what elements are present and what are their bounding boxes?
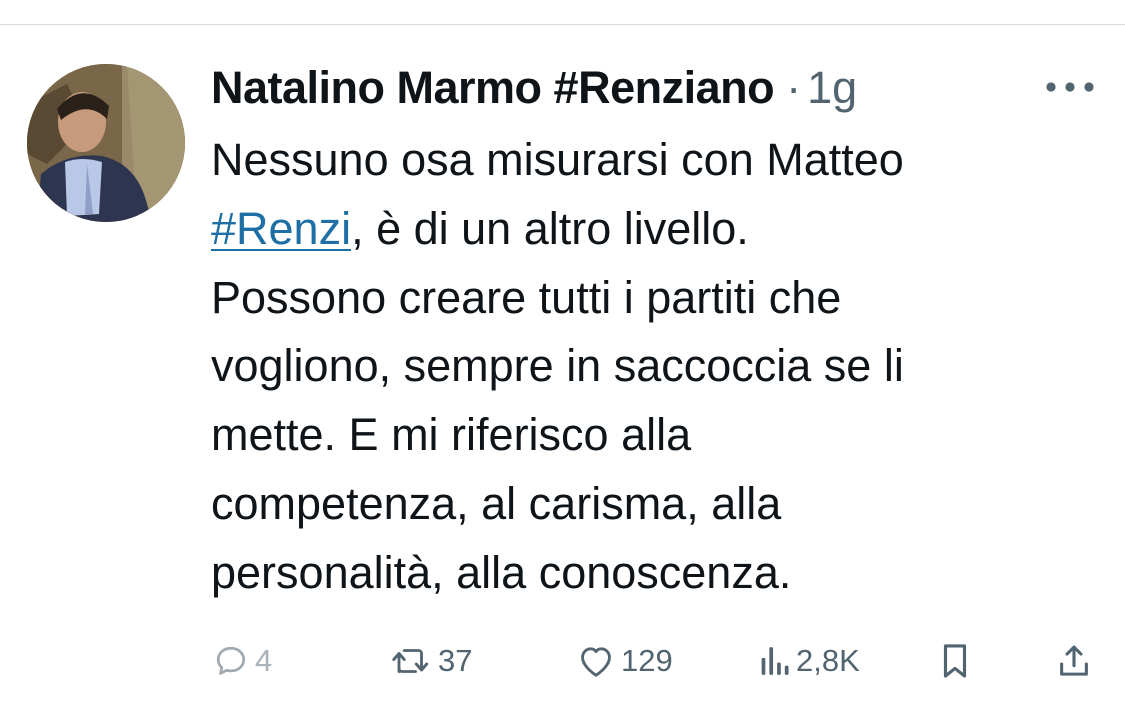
heart-icon — [581, 647, 611, 677]
tweet-body: Nessuno osa misurarsi con Matteo #Renzi,… — [211, 126, 1091, 608]
tweet-actions-bar: 4 37 129 2,8K — [0, 636, 1125, 686]
hashtag-link[interactable]: #Renzi — [211, 203, 351, 254]
tweet-text-segment: , è di un altro livello. — [351, 202, 749, 254]
more-options-button[interactable] — [1044, 72, 1096, 102]
profile-photo-icon — [27, 64, 185, 222]
tweet-text-line: vogliono, sempre in saccoccia se li — [211, 340, 904, 392]
tweet-timestamp[interactable]: 1g — [807, 62, 857, 114]
tweet-text-line: Possono creare tutti i partiti che — [211, 271, 842, 323]
retweet-button[interactable]: 37 — [390, 636, 472, 686]
reply-icon — [216, 646, 246, 675]
tweet-text-line: Nessuno osa misurarsi con Matteo — [211, 134, 904, 185]
retweet-count: 37 — [438, 643, 473, 678]
header-separator: · — [786, 62, 802, 113]
share-button[interactable] — [1057, 636, 1091, 686]
reply-button[interactable]: 4 — [213, 636, 272, 686]
avatar[interactable] — [27, 64, 185, 222]
tweet-text-line: #Renzi, è di un altro livello. — [211, 195, 1091, 264]
top-divider — [0, 24, 1125, 25]
views-count: 2,8K — [796, 643, 860, 678]
share-icon — [1060, 645, 1088, 676]
retweet-icon — [392, 649, 429, 673]
more-horizontal-icon — [1046, 82, 1094, 92]
tweet-header: Natalino Marmo #Renziano · 1g — [211, 60, 857, 116]
tweet-text-line: personalità, alla conoscenza. — [211, 546, 792, 598]
tweet-text-line: mette. E mi riferisco alla — [211, 409, 692, 461]
reply-count: 4 — [255, 643, 273, 678]
like-button[interactable]: 129 — [577, 636, 673, 686]
bookmark-button[interactable] — [940, 636, 970, 686]
views-chart-icon — [761, 647, 789, 675]
author-name[interactable]: Natalino Marmo #Renziano — [211, 62, 775, 114]
like-count: 129 — [621, 643, 673, 678]
bookmark-icon — [943, 644, 967, 678]
tweet-text-line: competenza, al carisma, alla — [211, 477, 782, 529]
views-button[interactable]: 2,8K — [758, 636, 860, 686]
